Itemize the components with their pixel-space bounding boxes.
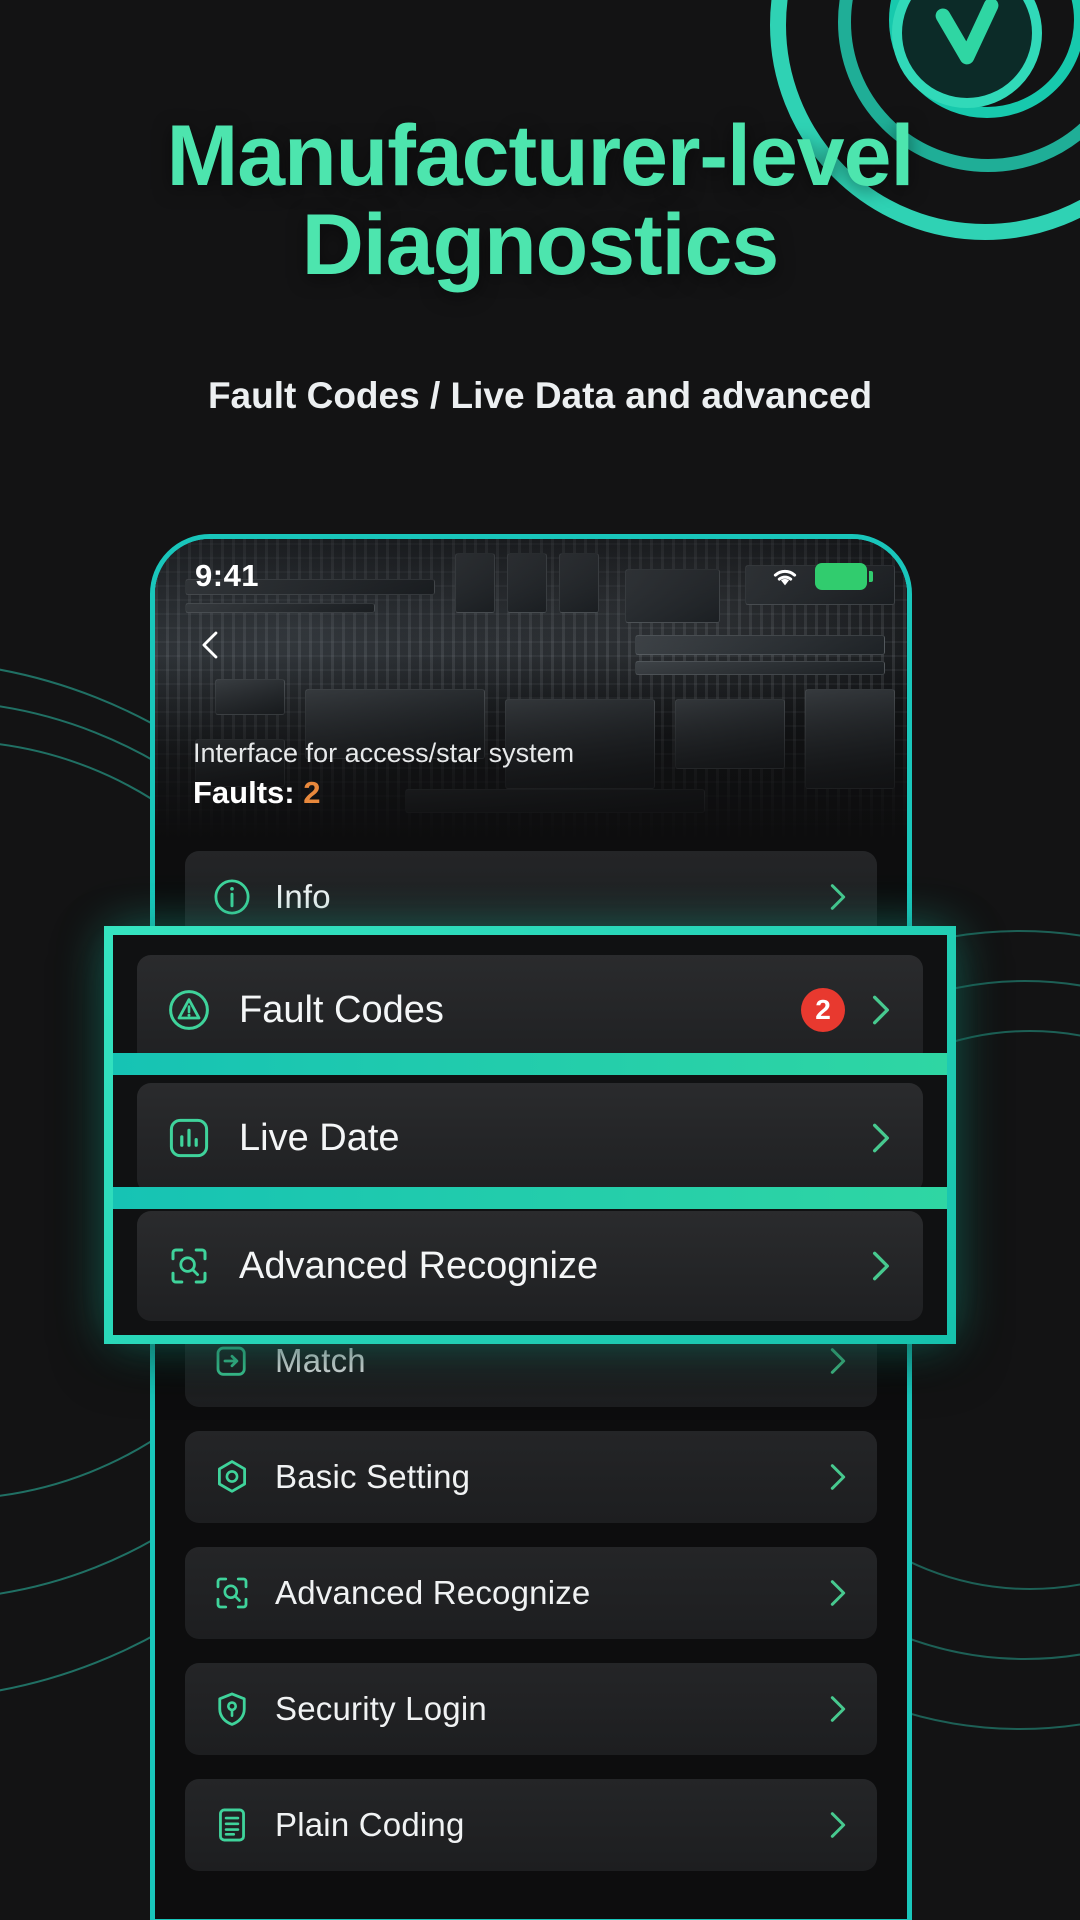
list-item-trailing xyxy=(825,1576,851,1610)
chevron-right-icon xyxy=(825,1344,851,1378)
list-item-trailing xyxy=(825,1344,851,1378)
callout-item-live-date[interactable]: Live Date xyxy=(137,1083,923,1193)
phone-hero: 9:41 Interface for access/star system Fa… xyxy=(155,539,907,839)
list-item-advanced-recognize-2[interactable]: Advanced Recognize xyxy=(185,1547,877,1639)
list-item-label: Plain Coding xyxy=(275,1806,465,1843)
feature-callout: Fault Codes 2 Live Date Advanced Recogni… xyxy=(104,926,956,1344)
match-arrow-icon xyxy=(211,1340,253,1382)
status-badge: 2 xyxy=(801,988,845,1032)
chevron-right-icon xyxy=(867,1247,895,1285)
list-item-trailing xyxy=(825,1460,851,1494)
chevron-right-icon xyxy=(825,880,851,914)
chevron-right-icon xyxy=(825,1460,851,1494)
page-title: Manufacturer-level Diagnostics xyxy=(0,112,1080,289)
faults-count: 2 xyxy=(303,775,321,810)
callout-item-trailing: 2 xyxy=(801,988,895,1032)
status-time: 9:41 xyxy=(195,558,260,593)
headline-line-2: Diagnostics xyxy=(301,196,779,293)
check-mark-logo-icon xyxy=(935,0,999,65)
list-item-label: Advanced Recognize xyxy=(275,1574,591,1611)
back-button[interactable] xyxy=(183,617,239,673)
bar-chart-icon xyxy=(165,1114,213,1162)
list-item-basic-setting[interactable]: Basic Setting xyxy=(185,1431,877,1523)
promo-page: Manufacturer-level Diagnostics Fault Cod… xyxy=(0,0,1080,1920)
list-item-label: Security Login xyxy=(275,1690,487,1727)
callout-item-trailing xyxy=(867,1247,895,1285)
scan-search-icon xyxy=(165,1242,213,1290)
status-indicators xyxy=(769,562,873,590)
hero-text-block: Interface for access/star system Faults:… xyxy=(193,738,574,811)
chevron-right-icon xyxy=(825,1576,851,1610)
chevron-left-icon xyxy=(202,631,218,659)
wifi-icon xyxy=(769,563,801,589)
brand-logo xyxy=(892,0,1042,108)
faults-summary: Faults: 2 xyxy=(193,775,574,811)
callout-item-fault-codes[interactable]: Fault Codes 2 xyxy=(137,955,923,1065)
callout-list: Fault Codes 2 Live Date Advanced Recogni… xyxy=(137,955,923,1321)
hero-interface-label: Interface for access/star system xyxy=(193,738,575,768)
highlight-divider-2 xyxy=(113,1187,947,1209)
list-item-trailing xyxy=(825,1808,851,1842)
chevron-right-icon xyxy=(825,1808,851,1842)
callout-item-label: Fault Codes xyxy=(239,988,444,1031)
status-bar: 9:41 xyxy=(155,553,907,599)
hexagon-gear-icon xyxy=(211,1456,253,1498)
list-item-plain-coding[interactable]: Plain Coding xyxy=(185,1779,877,1871)
chevron-right-icon xyxy=(825,1692,851,1726)
callout-item-label: Advanced Recognize xyxy=(239,1244,599,1287)
scan-search-icon xyxy=(211,1572,253,1614)
chevron-right-icon xyxy=(867,1119,895,1157)
callout-item-advanced-recognize[interactable]: Advanced Recognize xyxy=(137,1211,923,1321)
list-item-label: Info xyxy=(275,878,331,915)
callout-item-label: Live Date xyxy=(239,1116,400,1159)
list-item-security-login[interactable]: Security Login xyxy=(185,1663,877,1755)
chevron-right-icon xyxy=(867,991,895,1029)
callout-item-trailing xyxy=(867,1119,895,1157)
highlight-divider-1 xyxy=(113,1053,947,1075)
page-subtitle: Fault Codes / Live Data and advanced xyxy=(207,375,873,416)
warning-triangle-icon xyxy=(165,986,213,1034)
list-item-label: Match xyxy=(275,1342,366,1379)
headline-line-1: Manufacturer-level xyxy=(166,108,915,204)
info-circle-icon xyxy=(211,876,253,918)
list-item-label: Basic Setting xyxy=(275,1458,471,1495)
list-item-trailing xyxy=(825,880,851,914)
document-lines-icon xyxy=(211,1804,253,1846)
battery-full-icon xyxy=(815,562,873,590)
list-item-trailing xyxy=(825,1692,851,1726)
faults-label: Faults: xyxy=(193,775,295,810)
shield-key-icon xyxy=(211,1688,253,1730)
